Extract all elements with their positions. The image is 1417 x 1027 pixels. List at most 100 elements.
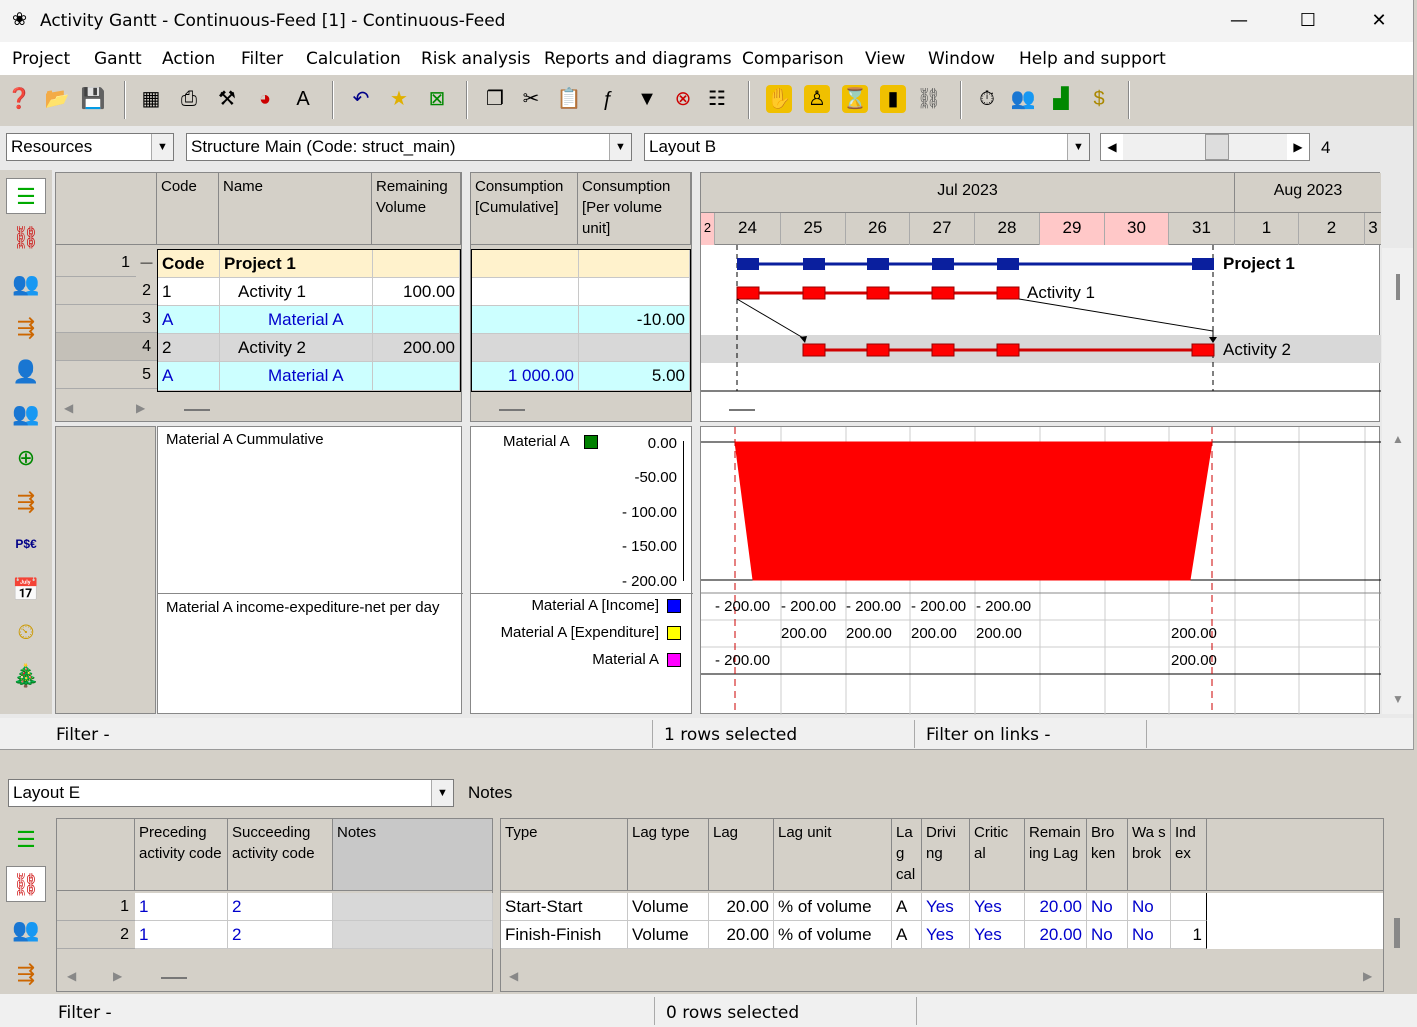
filter-icon[interactable]: ▼ — [634, 85, 660, 113]
minimize-icon[interactable]: — — [1216, 6, 1262, 36]
clear-filter-icon[interactable]: ⊗ — [670, 85, 696, 113]
cell-notes[interactable] — [333, 893, 493, 921]
cell-broken[interactable]: No — [1087, 921, 1128, 949]
run-icon[interactable]: ✋ — [766, 85, 792, 113]
zoom-slider[interactable]: ◀ ▶ — [1100, 133, 1310, 161]
cell-type[interactable]: Finish-Finish — [501, 921, 628, 949]
cell-code[interactable]: A — [158, 362, 220, 391]
paste-icon[interactable]: 📋 — [556, 85, 582, 113]
links-icon[interactable]: ⛓ — [6, 866, 46, 902]
scroll-right-icon[interactable]: ▶ — [113, 969, 122, 983]
menu-project[interactable]: Project — [12, 49, 70, 69]
menu-reports[interactable]: Reports and diagrams — [544, 49, 732, 69]
col-preceding[interactable]: Preceding activity code — [135, 819, 228, 891]
col-name[interactable]: Name — [219, 173, 372, 245]
splitter-handle[interactable] — [729, 409, 755, 411]
resources-combo[interactable]: Resources ▼ — [6, 133, 174, 161]
vertical-scrollbar-thumb[interactable] — [1394, 918, 1400, 948]
menu-gantt[interactable]: Gantt — [94, 49, 142, 69]
tree-icon[interactable]: 🎄 — [6, 658, 46, 694]
col-lag[interactable]: Lag — [709, 819, 774, 891]
cell-per-unit[interactable] — [579, 250, 690, 278]
scroll-down-icon[interactable]: ▼ — [1392, 692, 1404, 706]
cell-code[interactable]: A — [158, 306, 220, 334]
splitter-handle[interactable] — [499, 409, 525, 411]
menu-risk-analysis[interactable]: Risk analysis — [421, 49, 530, 69]
zoom-right-icon[interactable]: ▶ — [1287, 134, 1309, 160]
scroll-left-icon[interactable]: ◀ — [64, 401, 73, 415]
col-remaining-lag[interactable]: Remain ing Lag — [1025, 819, 1087, 891]
hierarchy-icon[interactable]: ⇶ — [6, 484, 46, 520]
cell-cumulative[interactable] — [472, 250, 579, 278]
maximize-icon[interactable]: ☐ — [1285, 6, 1331, 36]
font-icon[interactable]: A — [290, 85, 316, 113]
cell-was-broken[interactable]: No — [1128, 921, 1171, 949]
chain-icon[interactable]: ⛓ — [916, 85, 942, 113]
cell-per-unit[interactable] — [579, 334, 690, 362]
zoom-left-icon[interactable]: ◀ — [1101, 134, 1123, 160]
splitter-handle[interactable] — [184, 409, 210, 411]
row-number[interactable]: 3 — [56, 305, 157, 333]
vertical-scrollbar[interactable]: ▲ ▼ — [1382, 248, 1413, 714]
cell-lag[interactable]: 20.00 — [709, 893, 774, 921]
cell-name[interactable]: Material A — [220, 306, 373, 334]
cell-cumulative[interactable] — [472, 334, 579, 362]
cell-lag-cal[interactable]: A — [892, 921, 922, 949]
cell-cumulative[interactable]: 1 000.00 — [472, 362, 579, 391]
formula-icon[interactable]: ƒ — [594, 85, 620, 113]
add-resource-icon[interactable]: ⊕ — [6, 440, 46, 476]
cell-per-unit[interactable]: 5.00 — [579, 362, 690, 391]
cell-lag[interactable]: 20.00 — [709, 921, 774, 949]
cell-remaining-lag[interactable]: 20.00 — [1025, 893, 1087, 921]
cell-code[interactable]: Code — [158, 250, 220, 278]
cell-name[interactable]: Activity 1 — [220, 278, 373, 306]
col-index[interactable]: Ind ex — [1171, 819, 1207, 891]
close-icon[interactable]: ✕ — [1356, 6, 1402, 36]
col-lag-unit[interactable]: Lag unit — [774, 819, 892, 891]
currency-icon[interactable]: P$€ — [6, 526, 46, 562]
row-number[interactable]: 5 — [56, 361, 157, 389]
person-icon[interactable]: ♙ — [804, 85, 830, 113]
row-number[interactable]: 2 — [56, 277, 157, 305]
table-icon[interactable]: ▦ — [138, 85, 164, 113]
row-number[interactable]: 1 — [56, 249, 136, 277]
collapse-toggle-icon[interactable]: — — [136, 249, 157, 277]
scroll-left-icon[interactable]: ◀ — [67, 969, 76, 983]
col-code[interactable]: Code — [157, 173, 219, 245]
print-icon[interactable]: ⎙ — [176, 85, 202, 113]
cell-driving[interactable]: Yes — [922, 921, 970, 949]
excel-icon[interactable]: ⊠ — [424, 85, 450, 113]
scroll-right-icon[interactable]: ▶ — [1363, 969, 1372, 983]
cell-volume[interactable] — [373, 362, 460, 391]
chevron-down-icon[interactable]: ▼ — [1067, 134, 1089, 160]
cell-cumulative[interactable] — [472, 278, 579, 306]
cell-code[interactable]: 1 — [158, 278, 220, 306]
cell-remaining-lag[interactable]: 20.00 — [1025, 921, 1087, 949]
chevron-down-icon[interactable]: ▼ — [151, 134, 173, 160]
layout-e-combo[interactable]: Layout E ▼ — [8, 779, 454, 807]
links-icon[interactable]: ⛓ — [6, 220, 46, 256]
structure-icon[interactable]: ⇶ — [6, 310, 46, 346]
menu-filter[interactable]: Filter — [241, 49, 283, 69]
cell-volume[interactable] — [373, 250, 460, 278]
cell-cumulative[interactable] — [472, 306, 579, 334]
chart-icon[interactable]: ▟ — [1048, 85, 1074, 113]
resources-icon[interactable]: 👥 — [6, 912, 46, 948]
layout-combo[interactable]: Layout B ▼ — [644, 133, 1090, 161]
col-critical[interactable]: Critic al — [970, 819, 1025, 891]
tools-icon[interactable]: ⚒ — [214, 85, 240, 113]
menu-action[interactable]: Action — [162, 49, 215, 69]
undo-icon[interactable]: ↶ — [348, 85, 374, 113]
cell-volume[interactable]: 200.00 — [373, 334, 460, 362]
cell-per-unit[interactable]: -10.00 — [579, 306, 690, 334]
cell-volume[interactable]: 100.00 — [373, 278, 460, 306]
cell-lag-unit[interactable]: % of volume — [774, 921, 892, 949]
team-icon[interactable]: 👥 — [6, 396, 46, 432]
star-icon[interactable]: ★ — [386, 85, 412, 113]
gantt-icon[interactable]: ☰ — [6, 178, 46, 214]
cell-critical[interactable]: Yes — [970, 921, 1025, 949]
menu-window[interactable]: Window — [928, 49, 995, 69]
col-type[interactable]: Type — [501, 819, 628, 891]
open-folder-icon[interactable]: 📂 — [44, 85, 70, 113]
cell-name[interactable]: Project 1 — [220, 250, 373, 278]
